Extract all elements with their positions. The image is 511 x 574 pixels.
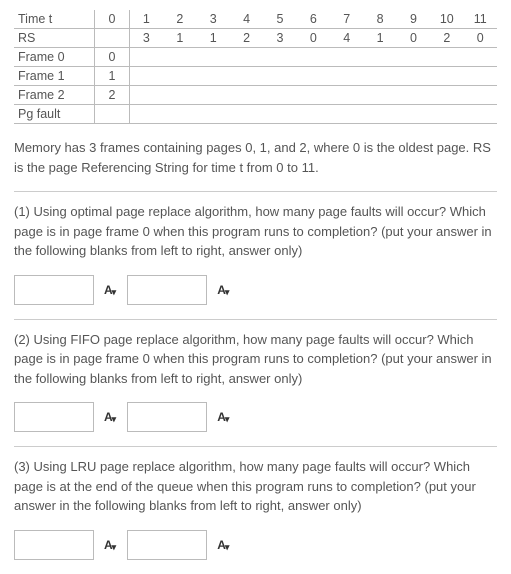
row-pgfault: Pg fault [14, 105, 497, 124]
memory-table: Time t 0 1 2 3 4 5 6 7 8 9 10 11 RS 3 1 … [14, 10, 497, 124]
question-1: (1) Using optimal page replace algorithm… [14, 202, 497, 261]
row-time: Time t 0 1 2 3 4 5 6 7 8 9 10 11 [14, 10, 497, 29]
format-icon[interactable]: A [104, 284, 117, 296]
format-icon[interactable]: A [217, 539, 230, 551]
answer-row-1: A A [14, 275, 497, 305]
q2-input-1[interactable] [14, 402, 94, 432]
description-text: Memory has 3 frames containing pages 0, … [14, 138, 497, 177]
question-2: (2) Using FIFO page replace algorithm, h… [14, 330, 497, 389]
label-time: Time t [14, 10, 95, 29]
q1-input-1[interactable] [14, 275, 94, 305]
divider [14, 191, 497, 192]
format-icon[interactable]: A [104, 539, 117, 551]
divider [14, 319, 497, 320]
answer-row-2: A A [14, 402, 497, 432]
answer-row-3: A A [14, 530, 497, 560]
label-rs: RS [14, 29, 95, 48]
label-pgfault: Pg fault [14, 105, 95, 124]
label-frame1: Frame 1 [14, 67, 95, 86]
q2-input-2[interactable] [127, 402, 207, 432]
q3-input-2[interactable] [127, 530, 207, 560]
label-frame0: Frame 0 [14, 48, 95, 67]
format-icon[interactable]: A [217, 284, 230, 296]
format-icon[interactable]: A [104, 411, 117, 423]
q1-input-2[interactable] [127, 275, 207, 305]
q3-input-1[interactable] [14, 530, 94, 560]
row-rs: RS 3 1 1 2 3 0 4 1 0 2 0 [14, 29, 497, 48]
format-icon[interactable]: A [217, 411, 230, 423]
row-frame1: Frame 1 1 [14, 67, 497, 86]
row-frame2: Frame 2 2 [14, 86, 497, 105]
label-frame2: Frame 2 [14, 86, 95, 105]
row-frame0: Frame 0 0 [14, 48, 497, 67]
divider [14, 446, 497, 447]
question-3: (3) Using LRU page replace algorithm, ho… [14, 457, 497, 516]
